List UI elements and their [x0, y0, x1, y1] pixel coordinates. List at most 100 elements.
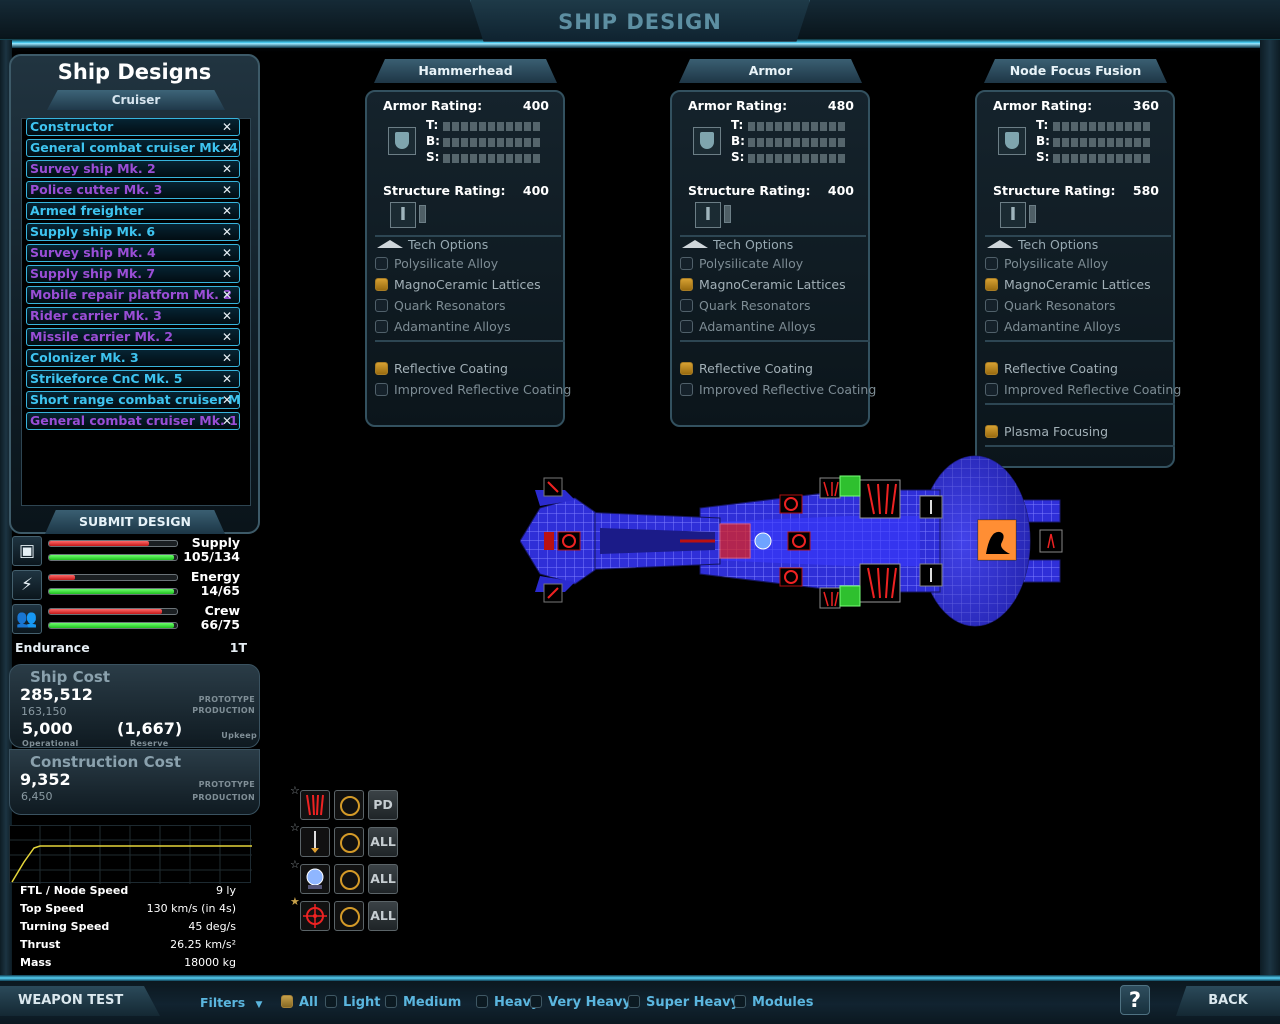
tech-option[interactable]: MagnoCeramic Lattices [375, 277, 541, 292]
tech-option[interactable]: MagnoCeramic Lattices [985, 277, 1151, 292]
checkbox[interactable] [628, 995, 640, 1008]
checkbox[interactable] [385, 995, 397, 1008]
filter-light[interactable]: Light [325, 995, 381, 1010]
star-icon[interactable]: ☆ [290, 821, 300, 834]
fire-arc-ring-icon[interactable] [334, 901, 364, 931]
design-list-item[interactable]: Constructor [26, 118, 240, 136]
design-list-item[interactable]: Strikeforce CnC Mk. 5 [26, 370, 240, 388]
checkbox[interactable] [680, 257, 693, 270]
targeting-mode-button[interactable]: ALL [368, 901, 398, 931]
remove-design-icon[interactable]: ✕ [222, 288, 232, 302]
design-list-item[interactable]: Mobile repair platform Mk. 2 [26, 286, 240, 304]
fire-arc-ring-icon[interactable] [334, 827, 364, 857]
tech-option[interactable]: Polysilicate Alloy [375, 256, 498, 271]
design-list-item[interactable]: Rider carrier Mk. 3 [26, 307, 240, 325]
checkbox[interactable] [375, 383, 388, 396]
remove-design-icon[interactable]: ✕ [222, 414, 232, 428]
filter-super-heavy[interactable]: Super Heavy [628, 995, 739, 1010]
checkbox[interactable] [325, 995, 337, 1008]
remove-design-icon[interactable]: ✕ [222, 267, 232, 281]
star-icon[interactable]: ★ [290, 895, 300, 908]
hull-class-tab[interactable]: Cruiser [47, 90, 225, 110]
tech-option[interactable]: Reflective Coating [985, 361, 1118, 376]
design-list-item[interactable]: Police cutter Mk. 3 [26, 181, 240, 199]
collapse-arrow-icon[interactable] [987, 240, 1013, 248]
design-list-item[interactable]: Armed freighter [26, 202, 240, 220]
design-list-item[interactable]: Survey ship Mk. 2 [26, 160, 240, 178]
tech-option[interactable]: Quark Resonators [375, 298, 506, 313]
tech-option[interactable]: Polysilicate Alloy [680, 256, 803, 271]
missile-pod-icon[interactable] [300, 790, 330, 820]
weapon-test-button[interactable]: WEAPON TEST [0, 986, 160, 1016]
remove-design-icon[interactable]: ✕ [222, 330, 232, 344]
checkbox[interactable] [281, 995, 293, 1008]
checkbox[interactable] [375, 278, 388, 291]
collapse-arrow-icon[interactable] [377, 240, 403, 248]
checkbox[interactable] [476, 995, 488, 1008]
tech-option[interactable]: Adamantine Alloys [985, 319, 1121, 334]
remove-design-icon[interactable]: ✕ [222, 141, 232, 155]
remove-design-icon[interactable]: ✕ [222, 393, 232, 407]
remove-design-icon[interactable]: ✕ [222, 162, 232, 176]
design-list-item[interactable]: General combat cruiser Mk. 12 [26, 412, 240, 430]
design-list-item[interactable]: Survey ship Mk. 4 [26, 244, 240, 262]
targeting-mode-button[interactable]: ALL [368, 827, 398, 857]
design-list-item[interactable]: Short range combat cruiser Mk. [26, 391, 240, 409]
checkbox[interactable] [375, 299, 388, 312]
star-icon[interactable]: ☆ [290, 784, 300, 797]
tech-option[interactable]: Improved Reflective Coating [985, 382, 1181, 397]
filters-dropdown[interactable]: Filters ▼ [200, 995, 262, 1010]
tech-option[interactable]: Polysilicate Alloy [985, 256, 1108, 271]
remove-design-icon[interactable]: ✕ [222, 120, 232, 134]
checkbox[interactable] [985, 278, 998, 291]
design-list-item[interactable]: Colonizer Mk. 3 [26, 349, 240, 367]
checkbox[interactable] [734, 995, 746, 1008]
tech-option[interactable]: MagnoCeramic Lattices [680, 277, 846, 292]
tech-option[interactable]: Reflective Coating [375, 361, 508, 376]
tech-option[interactable]: Reflective Coating [680, 361, 813, 376]
help-button[interactable]: ? [1120, 985, 1150, 1015]
torpedo-icon[interactable] [300, 827, 330, 857]
back-button[interactable]: BACK [1176, 986, 1280, 1016]
tech-option[interactable]: Adamantine Alloys [680, 319, 816, 334]
checkbox[interactable] [985, 257, 998, 270]
remove-design-icon[interactable]: ✕ [222, 246, 232, 260]
targeting-mode-button[interactable]: ALL [368, 864, 398, 894]
filter-very-heavy[interactable]: Very Heavy [530, 995, 631, 1010]
filter-medium[interactable]: Medium [385, 995, 461, 1010]
checkbox[interactable] [985, 299, 998, 312]
collapse-arrow-icon[interactable] [682, 240, 708, 248]
ship-hull-blueprint[interactable] [520, 450, 1065, 640]
checkbox[interactable] [680, 320, 693, 333]
checkbox[interactable] [680, 383, 693, 396]
checkbox[interactable] [680, 362, 693, 375]
tech-options-header[interactable]: Tech Options [987, 237, 1098, 252]
checkbox[interactable] [985, 362, 998, 375]
targeting-mode-button[interactable]: PD [368, 790, 398, 820]
remove-design-icon[interactable]: ✕ [222, 204, 232, 218]
fire-arc-ring-icon[interactable] [334, 864, 364, 894]
filter-all[interactable]: All [281, 995, 318, 1010]
checkbox[interactable] [680, 278, 693, 291]
filter-modules[interactable]: Modules [734, 995, 813, 1010]
star-icon[interactable]: ☆ [290, 858, 300, 871]
remove-design-icon[interactable]: ✕ [222, 351, 232, 365]
sphere-weapon-icon[interactable] [300, 864, 330, 894]
checkbox[interactable] [985, 425, 998, 438]
tech-option[interactable]: Quark Resonators [985, 298, 1116, 313]
design-list-item[interactable]: Supply ship Mk. 7 [26, 265, 240, 283]
crosshair-icon[interactable] [300, 901, 330, 931]
tech-option[interactable]: Plasma Focusing [985, 424, 1108, 439]
tech-options-header[interactable]: Tech Options [682, 237, 793, 252]
checkbox[interactable] [375, 362, 388, 375]
fire-arc-ring-icon[interactable] [334, 790, 364, 820]
tech-option[interactable]: Adamantine Alloys [375, 319, 511, 334]
submit-design-button[interactable]: SUBMIT DESIGN [45, 510, 225, 534]
tech-option[interactable]: Improved Reflective Coating [680, 382, 876, 397]
checkbox[interactable] [680, 299, 693, 312]
design-list-item[interactable]: Missile carrier Mk. 2 [26, 328, 240, 346]
tech-options-header[interactable]: Tech Options [377, 237, 488, 252]
checkbox[interactable] [530, 995, 542, 1008]
checkbox[interactable] [375, 257, 388, 270]
tech-option[interactable]: Quark Resonators [680, 298, 811, 313]
